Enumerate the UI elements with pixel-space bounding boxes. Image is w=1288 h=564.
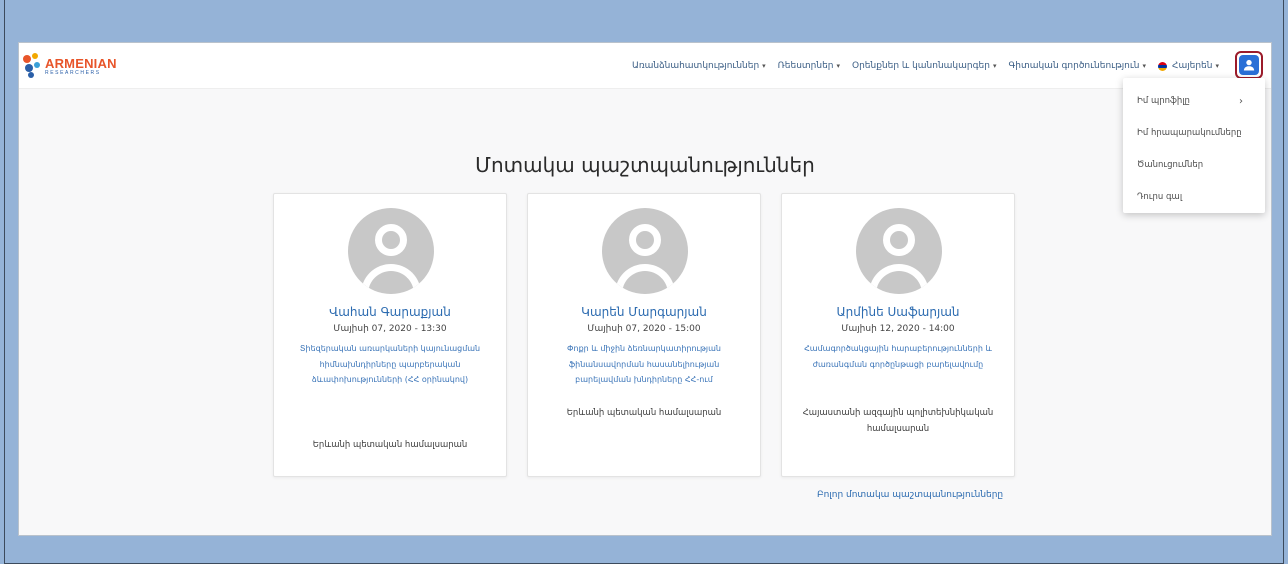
avatar-placeholder-icon	[348, 208, 434, 294]
defense-date: Մայիսի 07, 2020 - 15:00	[587, 324, 701, 334]
nav-item-label: Գիտական գործունեություն	[1008, 61, 1140, 71]
browser-page: ARMENIAN RESEARCHERS Առանձնահատկությունն…	[18, 42, 1272, 536]
menu-item-notifications[interactable]: Ծանուցումներ	[1137, 160, 1203, 170]
avatar-placeholder-icon	[856, 208, 942, 294]
researcher-name-link[interactable]: Կարեն Մարգարյան	[528, 305, 760, 319]
logo[interactable]: ARMENIAN RESEARCHERS	[23, 49, 119, 83]
defense-date: Մայիսի 07, 2020 - 13:30	[333, 324, 447, 334]
dissertation-topic-link[interactable]: Տիեզերական առարկաների կայունացման հիմնախ…	[294, 341, 486, 388]
defense-card: Կարեն Մարգարյան Մայիսի 07, 2020 - 15:00 …	[527, 193, 761, 477]
institution-name: Երևանի պետական համալսարան	[312, 440, 468, 450]
researcher-name-link[interactable]: Վահան Գարաքյան	[274, 305, 506, 319]
language-selector[interactable]: Հայերեն ▾	[1152, 61, 1225, 71]
user-dropdown-menu: Իմ պրոֆիլը › Իմ հրապարակումները Ծանուցու…	[1123, 78, 1265, 213]
menu-item-label: Իմ պրոֆիլը	[1137, 96, 1190, 106]
nav-item-laws[interactable]: Օրենքներ և կանոնակարգեր ▾	[846, 61, 1002, 71]
caret-down-icon: ▾	[992, 62, 997, 70]
logo-icon	[23, 53, 43, 79]
menu-item-my-profile[interactable]: Իմ պրոֆիլը ›	[1137, 96, 1253, 107]
caret-down-icon: ▾	[1215, 62, 1219, 70]
armenian-flag-icon	[1158, 61, 1167, 71]
institution-name: Հայաստանի ազգային պոլիտեխնիկական համալսա…	[802, 408, 994, 434]
menu-item-my-publications[interactable]: Իմ հրապարակումները	[1137, 128, 1242, 138]
menu-item-logout[interactable]: Դուրս գալ	[1137, 192, 1182, 202]
defense-card: Արմինե Սաֆարյան Մայիսի 12, 2020 - 14:00 …	[781, 193, 1015, 477]
top-navbar: ARMENIAN RESEARCHERS Առանձնահատկությունն…	[19, 43, 1271, 89]
caret-down-icon: ▾	[836, 62, 841, 70]
nav-item-label: Օրենքներ և կանոնակարգեր	[852, 61, 990, 71]
caret-down-icon: ▾	[1142, 62, 1146, 70]
defense-date: Մայիսի 12, 2020 - 14:00	[841, 324, 955, 334]
institution-name: Երևանի պետական համալսարան	[566, 408, 722, 418]
nav-item-label: Առանձնահատկություններ	[631, 61, 760, 71]
dissertation-topic-link[interactable]: Փոքր և միջին ձեռնարկատիրության ֆինանսավո…	[548, 341, 740, 388]
nav-item-features[interactable]: Առանձնահատկություններ ▾	[626, 61, 772, 71]
dissertation-topic-link[interactable]: Համագործակցային հարաբերությունների և ժառ…	[802, 341, 994, 372]
menu-item-label: Ծանուցումներ	[1137, 160, 1204, 170]
caret-down-icon: ▾	[762, 62, 766, 70]
avatar-placeholder-icon	[602, 208, 688, 294]
user-icon	[1239, 55, 1259, 75]
logo-wordmark: ARMENIAN	[45, 55, 117, 71]
menu-item-label: Դուրս գալ	[1137, 192, 1183, 202]
nav-item-scientific-activity[interactable]: Գիտական գործունեություն ▾	[1002, 61, 1152, 71]
logo-tagline: RESEARCHERS	[45, 69, 101, 76]
defense-card: Վահան Գարաքյան Մայիսի 07, 2020 - 13:30 Տ…	[273, 193, 507, 477]
user-menu-button[interactable]	[1235, 51, 1263, 79]
nav-item-registers[interactable]: Ռեեստրներ ▾	[772, 61, 846, 71]
nav-item-label: Ռեեստրներ	[777, 61, 834, 71]
researcher-name-link[interactable]: Արմինե Սաֆարյան	[782, 305, 1014, 319]
language-label: Հայերեն	[1172, 61, 1213, 71]
all-upcoming-defenses-link[interactable]: Բոլոր մոտակա պաշտպանությունները	[817, 490, 1003, 500]
page-title: Մոտակա պաշտպանություններ	[475, 153, 815, 177]
menu-item-label: Իմ հրապարակումները	[1137, 128, 1242, 138]
chevron-right-icon: ›	[1239, 96, 1243, 107]
